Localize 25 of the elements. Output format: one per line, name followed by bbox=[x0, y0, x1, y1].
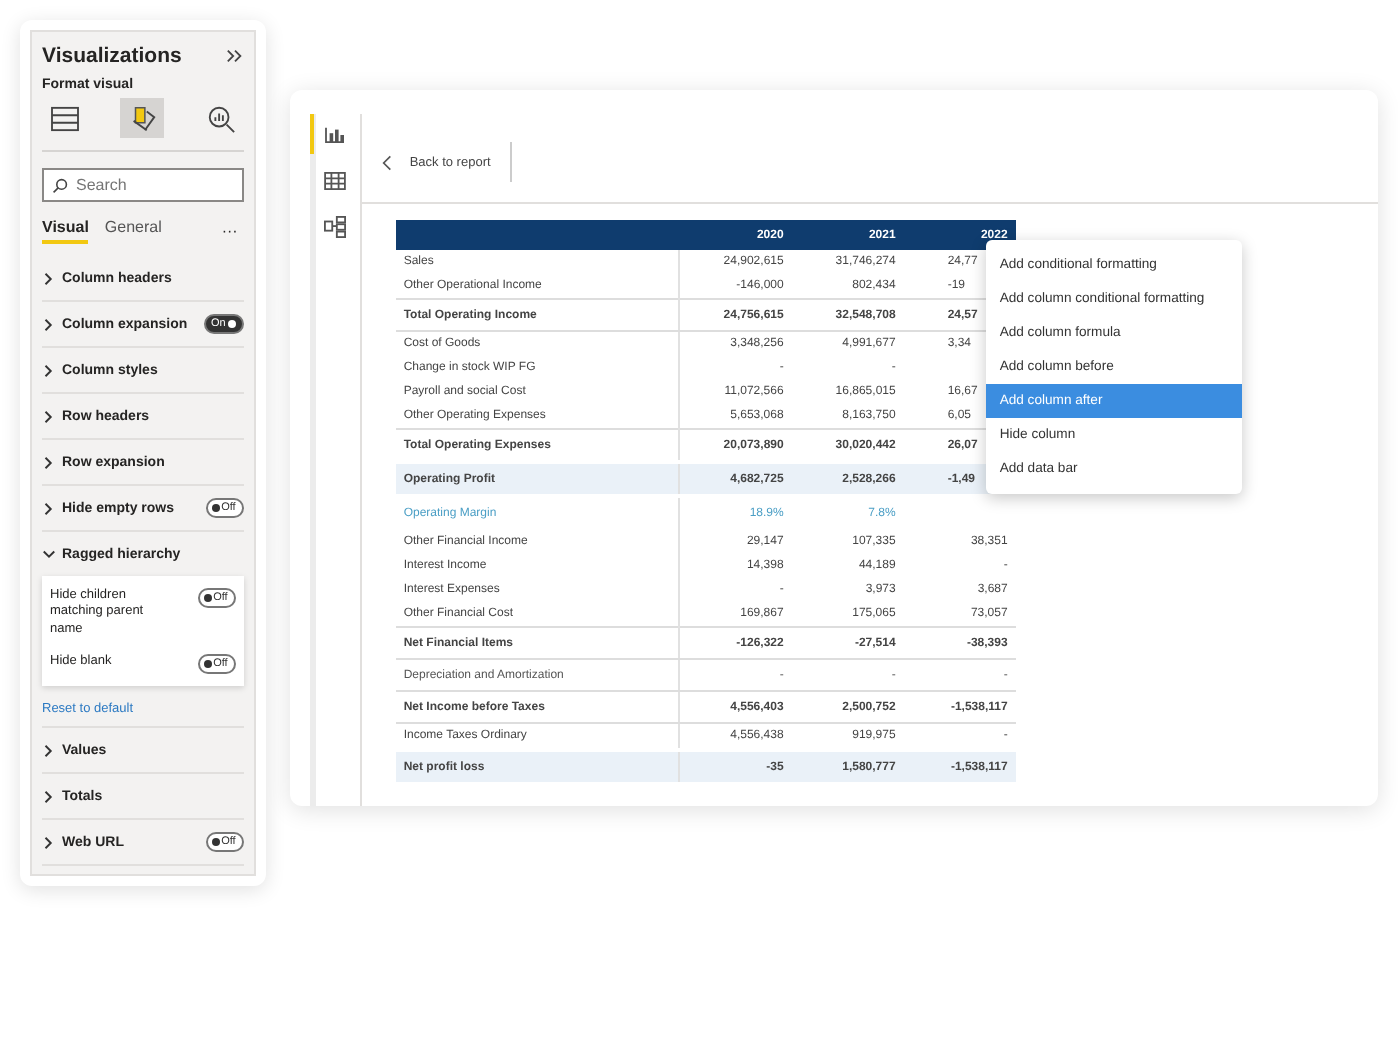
chevron-down-icon[interactable] bbox=[42, 547, 56, 561]
search-field[interactable]: Search bbox=[42, 168, 244, 202]
model-icon bbox=[323, 215, 346, 237]
chevron-right-icon[interactable] bbox=[42, 409, 56, 423]
search-icon bbox=[52, 178, 68, 194]
view-tab[interactable] bbox=[120, 98, 165, 138]
more-options[interactable]: ··· bbox=[221, 222, 238, 240]
chevron-right-icon[interactable] bbox=[42, 363, 56, 377]
bar-chart-icon bbox=[323, 125, 346, 143]
panel-tab[interactable]: Visual bbox=[42, 218, 89, 244]
panel-title: Visualizations bbox=[42, 44, 182, 68]
chevron-right-icon[interactable] bbox=[42, 743, 56, 758]
table-icon bbox=[49, 105, 79, 131]
panel-tab[interactable]: General bbox=[104, 218, 162, 244]
chevron-right-icon[interactable] bbox=[42, 789, 56, 804]
chevron-right-icon[interactable] bbox=[42, 455, 56, 469]
chevron-right-icon[interactable] bbox=[42, 835, 56, 850]
collapse-icon[interactable] bbox=[225, 48, 244, 64]
chevron-left-icon bbox=[381, 153, 392, 171]
analytics-icon bbox=[206, 103, 237, 133]
paintbrush-icon bbox=[127, 103, 158, 133]
chevron-right-icon[interactable] bbox=[42, 271, 56, 285]
chevron-right-icon[interactable] bbox=[42, 501, 56, 515]
table-icon bbox=[323, 171, 346, 189]
chevron-right-icon[interactable] bbox=[42, 317, 56, 331]
